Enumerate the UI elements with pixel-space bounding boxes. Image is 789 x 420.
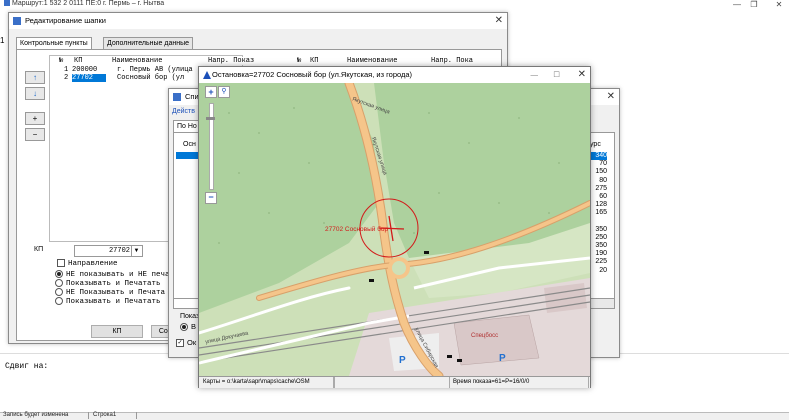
parking-icon: P <box>499 353 506 364</box>
course-header: урс <box>590 141 601 148</box>
actions-menu[interactable]: Действ <box>172 108 195 115</box>
editor-titlebar: Редактирование шапки ✕ <box>9 13 507 29</box>
course-value: 70 <box>599 160 607 168</box>
strip-label: 1 <box>0 36 5 45</box>
course-column: 340 70 150 80 275 60 128 165 350 250 350 190 225 20 <box>589 152 607 275</box>
row-number: 1 <box>64 66 69 74</box>
col-number: № <box>59 57 64 65</box>
add-row-button[interactable]: + <box>25 112 45 125</box>
row-kp-selected[interactable]: 27702 <box>72 74 106 82</box>
app-title: Маршрут:1 532 2 0111 ПЕ:0 г. Пермь – г. … <box>4 0 164 7</box>
course-value: 20 <box>599 266 607 274</box>
display-option-4[interactable]: Показывать и Печатать <box>55 297 161 306</box>
kp-select-value: 27702 <box>108 247 130 255</box>
place-label: Спецбосс <box>471 333 499 339</box>
shift-label: Сдвиг на: <box>5 362 49 371</box>
move-up-button[interactable]: ↑ <box>25 71 45 84</box>
app-title-text: Маршрут:1 532 2 0111 ПЕ:0 г. Пермь – г. … <box>12 0 165 7</box>
course-value: 350 <box>595 225 607 233</box>
app-icon <box>4 0 10 7</box>
course-value: 190 <box>595 250 607 258</box>
list-field[interactable] <box>173 298 201 309</box>
zoom-slider-handle[interactable] <box>206 117 215 120</box>
course-value: 80 <box>599 176 607 184</box>
course-value: 225 <box>595 258 607 266</box>
right-col-kp: КП <box>310 57 319 65</box>
col-direction: Напр. Показ <box>208 57 255 65</box>
course-value: 128 <box>595 201 607 209</box>
close-icon[interactable]: ✕ <box>607 89 615 105</box>
kp-button[interactable]: КП <box>91 325 143 338</box>
list-selected-row[interactable] <box>176 152 200 159</box>
map-statusbar: Карты = o:\karta\sapr\maps\cache\OSM Вре… <box>199 376 590 388</box>
parking-icon: P <box>399 355 406 366</box>
col-kp: КП <box>74 57 83 65</box>
display-option-1[interactable]: НЕ показывать и НЕ печа <box>55 270 170 279</box>
zoom-out-icon[interactable]: − <box>205 192 217 204</box>
row-name[interactable]: г. Пермь АВ (улица <box>117 66 193 74</box>
col-name: Наименование <box>112 57 163 65</box>
close-icon[interactable]: ✕ <box>578 67 586 83</box>
map-titlebar: Остановка=27702 Сосновый бор (ул.Якутска… <box>199 67 590 83</box>
map-canvas[interactable]: 27702 Сосновый бор Якутская улица Якутск… <box>199 83 590 376</box>
kp-label: КП <box>34 246 44 253</box>
map-time-status: Время показа=61=P=16/0/0 <box>449 377 589 388</box>
map-status-empty <box>334 377 450 388</box>
map-title: Остановка=27702 Сосновый бор (ул.Якутска… <box>212 70 413 79</box>
minimize-icon[interactable]: — <box>730 0 744 9</box>
kp-select[interactable]: 27702 ▼ <box>74 245 143 257</box>
chevron-down-icon[interactable]: ▼ <box>131 246 141 256</box>
direction-checkbox[interactable]: Направление <box>57 259 118 268</box>
editor-title: Редактирование шапки <box>25 16 106 25</box>
list-field-right[interactable] <box>589 298 615 309</box>
display-option[interactable]: В <box>180 322 196 332</box>
stop-label: 27702 Сосновый бор <box>325 226 389 233</box>
right-col-number: № <box>297 57 302 65</box>
course-value: 275 <box>595 184 607 192</box>
roundabout <box>388 257 410 279</box>
display-option-2[interactable]: Показывать и Печатать <box>55 279 161 288</box>
course-value <box>589 218 607 226</box>
display-label: Показ <box>180 313 200 320</box>
row-number: 2 <box>64 74 69 82</box>
minimize-icon[interactable]: — <box>531 67 539 83</box>
course-value: 165 <box>595 209 607 217</box>
close-icon[interactable]: ✕ <box>495 13 503 29</box>
course-value: 60 <box>599 192 607 200</box>
course-value: 250 <box>595 233 607 241</box>
move-down-button[interactable]: ↓ <box>25 87 45 100</box>
course-value: 350 <box>595 242 607 250</box>
display-option-3[interactable]: НЕ Показывать и Печата <box>55 288 165 297</box>
map-source-status: Карты = o:\karta\sapr\maps\cache\OSM <box>199 377 334 388</box>
remove-row-button[interactable]: − <box>25 128 45 141</box>
window-icon <box>173 93 181 101</box>
building <box>453 314 540 366</box>
row-name[interactable]: Сосновый бор (ул <box>117 74 184 82</box>
pan-tool-icon[interactable]: ⚲ <box>218 86 230 98</box>
status-row: Строка1 <box>90 412 137 419</box>
window-icon <box>13 17 21 25</box>
maximize-icon[interactable]: ❐ <box>747 0 761 9</box>
maximize-icon[interactable]: ☐ <box>553 67 560 83</box>
row-kp[interactable]: 200000 <box>72 66 97 74</box>
right-col-direction: Напр. Пока <box>431 57 474 65</box>
list-header: Осн <box>183 141 196 148</box>
bus-stop-icon <box>203 71 211 79</box>
forest-area <box>199 83 379 313</box>
close-icon[interactable]: ✕ <box>772 0 786 9</box>
list-title: Спи <box>185 92 199 101</box>
course-value: 150 <box>595 168 607 176</box>
stop-map-window: Остановка=27702 Сосновый бор (ул.Якутска… <box>198 66 591 388</box>
course-value: 340 <box>589 152 607 161</box>
status-record: Запись будет изменена <box>0 412 89 419</box>
zoom-in-icon[interactable]: + <box>205 86 217 98</box>
ok-checkbox[interactable]: ✓ Ок <box>176 338 196 348</box>
right-col-name: Наименование <box>347 57 398 65</box>
